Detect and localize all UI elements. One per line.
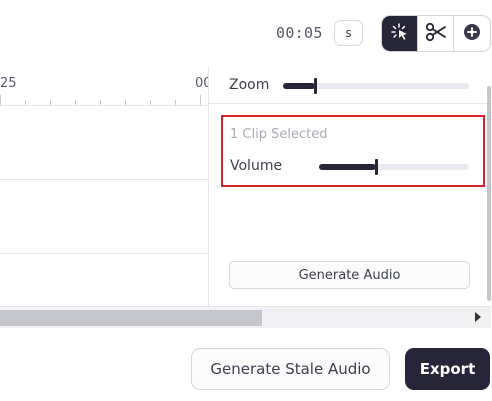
ruler-tick	[25, 100, 26, 105]
volume-slider-thumb[interactable]	[375, 159, 378, 175]
cursor-sparkle-icon	[390, 22, 410, 46]
volume-slider[interactable]	[319, 159, 469, 175]
ruler-tick	[150, 100, 151, 105]
horizontal-scrollbar-thumb[interactable]	[0, 310, 262, 326]
selection-status: 1 Clip Selected	[230, 127, 328, 142]
volume-slider-fill	[319, 164, 376, 170]
timeline-ruler[interactable]: 25 00	[0, 66, 212, 106]
ruler-label: 25	[0, 76, 17, 91]
ruler-tick	[175, 100, 176, 105]
timeline[interactable]: 25 00	[0, 66, 212, 306]
generate-stale-audio-button[interactable]: Generate Stale Audio	[191, 348, 390, 390]
selection-highlight-box: 1 Clip Selected Volume	[221, 115, 485, 187]
zoom-slider-thumb[interactable]	[314, 78, 317, 94]
scissors-icon	[425, 22, 447, 46]
ruler-tick	[0, 95, 1, 105]
select-tool-button[interactable]	[382, 16, 418, 51]
export-button[interactable]: Export	[405, 348, 490, 390]
ruler-tick	[125, 100, 126, 105]
timeline-track[interactable]	[0, 106, 208, 180]
app-root: 00:05 s 25 00 Zoom 1 Clip Selected Volum…	[0, 0, 492, 401]
panel-scrollbar[interactable]	[487, 86, 491, 301]
tool-group	[381, 15, 491, 52]
properties-panel: Zoom 1 Clip Selected Volume Generate Aud…	[208, 66, 492, 306]
cut-tool-button[interactable]	[418, 16, 454, 51]
scroll-right-arrow-icon[interactable]	[475, 312, 481, 322]
ruler-tick	[100, 100, 101, 105]
generate-audio-button[interactable]: Generate Audio	[229, 261, 470, 289]
add-tool-button[interactable]	[454, 16, 490, 51]
ruler-tick	[50, 100, 51, 105]
volume-label: Volume	[230, 158, 283, 174]
time-unit-button[interactable]: s	[334, 20, 363, 46]
ruler-tick	[75, 100, 76, 105]
timeline-track[interactable]	[0, 180, 208, 254]
plus-circle-icon	[462, 22, 482, 46]
zoom-slider-fill	[283, 83, 315, 89]
horizontal-scrollbar[interactable]	[0, 306, 491, 328]
panel-divider	[209, 103, 492, 104]
zoom-slider[interactable]	[283, 78, 469, 94]
ruler-tick	[200, 95, 201, 105]
zoom-label: Zoom	[229, 77, 270, 93]
time-display: 00:05	[276, 24, 323, 42]
zoom-row: Zoom	[229, 74, 471, 98]
